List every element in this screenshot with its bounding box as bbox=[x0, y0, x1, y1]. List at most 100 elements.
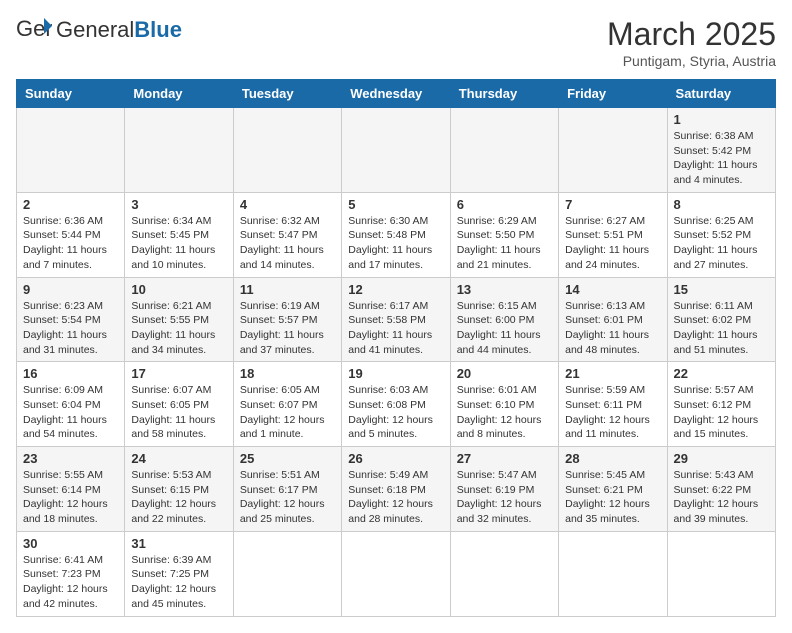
day-info: Sunrise: 5:59 AM Sunset: 6:11 PM Dayligh… bbox=[565, 383, 660, 442]
logo-icon: General bbox=[16, 16, 52, 44]
day-number: 25 bbox=[240, 451, 335, 466]
calendar-cell: 27 Sunrise: 5:47 AM Sunset: 6:19 PM Dayli… bbox=[450, 447, 558, 532]
col-wednesday: Wednesday bbox=[342, 80, 450, 108]
day-number: 17 bbox=[131, 366, 226, 381]
day-number: 11 bbox=[240, 282, 335, 297]
calendar-cell: 8 Sunrise: 6:25 AM Sunset: 5:52 PM Daylig… bbox=[667, 192, 775, 277]
day-number: 26 bbox=[348, 451, 443, 466]
month-title: March 2025 bbox=[607, 16, 776, 53]
calendar-cell bbox=[667, 531, 775, 616]
calendar-cell: 23Sunrise: 5:55 AM Sunset: 6:14 PM Dayli… bbox=[17, 447, 125, 532]
calendar-cell: 13 Sunrise: 6:15 AM Sunset: 6:00 PM Dayli… bbox=[450, 277, 558, 362]
day-number: 29 bbox=[674, 451, 769, 466]
calendar-header-row: Sunday Monday Tuesday Wednesday Thursday… bbox=[17, 80, 776, 108]
calendar-cell: 20 Sunrise: 6:01 AM Sunset: 6:10 PM Dayli… bbox=[450, 362, 558, 447]
col-saturday: Saturday bbox=[667, 80, 775, 108]
logo: General GeneralBlue bbox=[16, 16, 182, 44]
calendar-cell: 1Sunrise: 6:38 AM Sunset: 5:42 PM Daylig… bbox=[667, 108, 775, 193]
calendar-cell: 21 Sunrise: 5:59 AM Sunset: 6:11 PM Dayli… bbox=[559, 362, 667, 447]
calendar-cell: 16 Sunrise: 6:09 AM Sunset: 6:04 PM Dayli… bbox=[17, 362, 125, 447]
calendar-week-row: 9 Sunrise: 6:23 AM Sunset: 5:54 PM Daylig… bbox=[17, 277, 776, 362]
calendar-cell: 25 Sunrise: 5:51 AM Sunset: 6:17 PM Dayli… bbox=[233, 447, 341, 532]
calendar-cell: 28 Sunrise: 5:45 AM Sunset: 6:21 PM Dayli… bbox=[559, 447, 667, 532]
calendar-cell: 7 Sunrise: 6:27 AM Sunset: 5:51 PM Daylig… bbox=[559, 192, 667, 277]
day-info: Sunrise: 5:45 AM Sunset: 6:21 PM Dayligh… bbox=[565, 468, 660, 527]
calendar-cell: 12Sunrise: 6:17 AM Sunset: 5:58 PM Dayli… bbox=[342, 277, 450, 362]
col-friday: Friday bbox=[559, 80, 667, 108]
calendar-cell bbox=[559, 108, 667, 193]
calendar-table: Sunday Monday Tuesday Wednesday Thursday… bbox=[16, 79, 776, 617]
calendar-cell: 18Sunrise: 6:05 AM Sunset: 6:07 PM Dayli… bbox=[233, 362, 341, 447]
day-number: 27 bbox=[457, 451, 552, 466]
day-number: 18 bbox=[240, 366, 335, 381]
day-info: Sunrise: 6:07 AM Sunset: 6:05 PM Dayligh… bbox=[131, 383, 226, 442]
calendar-cell bbox=[450, 108, 558, 193]
day-number: 8 bbox=[674, 197, 769, 212]
day-info: Sunrise: 6:25 AM Sunset: 5:52 PM Dayligh… bbox=[674, 214, 769, 273]
day-number: 28 bbox=[565, 451, 660, 466]
calendar-cell: 15Sunrise: 6:11 AM Sunset: 6:02 PM Dayli… bbox=[667, 277, 775, 362]
calendar-cell: 9 Sunrise: 6:23 AM Sunset: 5:54 PM Daylig… bbox=[17, 277, 125, 362]
day-info: Sunrise: 5:53 AM Sunset: 6:15 PM Dayligh… bbox=[131, 468, 226, 527]
day-number: 13 bbox=[457, 282, 552, 297]
calendar-cell: 26Sunrise: 5:49 AM Sunset: 6:18 PM Dayli… bbox=[342, 447, 450, 532]
day-number: 6 bbox=[457, 197, 552, 212]
day-number: 7 bbox=[565, 197, 660, 212]
day-info: Sunrise: 6:17 AM Sunset: 5:58 PM Dayligh… bbox=[348, 299, 443, 358]
calendar-week-row: 1Sunrise: 6:38 AM Sunset: 5:42 PM Daylig… bbox=[17, 108, 776, 193]
location: Puntigam, Styria, Austria bbox=[607, 53, 776, 69]
calendar-cell: 10Sunrise: 6:21 AM Sunset: 5:55 PM Dayli… bbox=[125, 277, 233, 362]
calendar-week-row: 23Sunrise: 5:55 AM Sunset: 6:14 PM Dayli… bbox=[17, 447, 776, 532]
day-info: Sunrise: 6:15 AM Sunset: 6:00 PM Dayligh… bbox=[457, 299, 552, 358]
day-info: Sunrise: 6:29 AM Sunset: 5:50 PM Dayligh… bbox=[457, 214, 552, 273]
calendar-cell: 6 Sunrise: 6:29 AM Sunset: 5:50 PM Daylig… bbox=[450, 192, 558, 277]
col-monday: Monday bbox=[125, 80, 233, 108]
day-number: 30 bbox=[23, 536, 118, 551]
calendar-cell: 29Sunrise: 5:43 AM Sunset: 6:22 PM Dayli… bbox=[667, 447, 775, 532]
calendar-cell: 22 Sunrise: 5:57 AM Sunset: 6:12 PM Dayli… bbox=[667, 362, 775, 447]
day-info: Sunrise: 5:51 AM Sunset: 6:17 PM Dayligh… bbox=[240, 468, 335, 527]
col-tuesday: Tuesday bbox=[233, 80, 341, 108]
day-info: Sunrise: 6:38 AM Sunset: 5:42 PM Dayligh… bbox=[674, 129, 769, 188]
day-info: Sunrise: 5:47 AM Sunset: 6:19 PM Dayligh… bbox=[457, 468, 552, 527]
calendar-cell: 31 Sunrise: 6:39 AM Sunset: 7:25 PM Dayli… bbox=[125, 531, 233, 616]
day-number: 16 bbox=[23, 366, 118, 381]
day-info: Sunrise: 6:09 AM Sunset: 6:04 PM Dayligh… bbox=[23, 383, 118, 442]
day-info: Sunrise: 6:21 AM Sunset: 5:55 PM Dayligh… bbox=[131, 299, 226, 358]
calendar-cell bbox=[233, 531, 341, 616]
calendar-cell bbox=[17, 108, 125, 193]
day-number: 9 bbox=[23, 282, 118, 297]
day-info: Sunrise: 6:23 AM Sunset: 5:54 PM Dayligh… bbox=[23, 299, 118, 358]
day-info: Sunrise: 5:57 AM Sunset: 6:12 PM Dayligh… bbox=[674, 383, 769, 442]
col-sunday: Sunday bbox=[17, 80, 125, 108]
calendar-cell: 19Sunrise: 6:03 AM Sunset: 6:08 PM Dayli… bbox=[342, 362, 450, 447]
day-info: Sunrise: 6:19 AM Sunset: 5:57 PM Dayligh… bbox=[240, 299, 335, 358]
day-info: Sunrise: 6:11 AM Sunset: 6:02 PM Dayligh… bbox=[674, 299, 769, 358]
day-number: 14 bbox=[565, 282, 660, 297]
calendar-cell bbox=[342, 531, 450, 616]
calendar-cell bbox=[342, 108, 450, 193]
day-number: 5 bbox=[348, 197, 443, 212]
day-number: 24 bbox=[131, 451, 226, 466]
day-info: Sunrise: 6:41 AM Sunset: 7:23 PM Dayligh… bbox=[23, 553, 118, 612]
day-info: Sunrise: 6:01 AM Sunset: 6:10 PM Dayligh… bbox=[457, 383, 552, 442]
day-info: Sunrise: 6:36 AM Sunset: 5:44 PM Dayligh… bbox=[23, 214, 118, 273]
day-number: 20 bbox=[457, 366, 552, 381]
day-number: 22 bbox=[674, 366, 769, 381]
calendar-cell bbox=[450, 531, 558, 616]
calendar-cell bbox=[125, 108, 233, 193]
calendar-cell: 3Sunrise: 6:34 AM Sunset: 5:45 PM Daylig… bbox=[125, 192, 233, 277]
day-info: Sunrise: 5:55 AM Sunset: 6:14 PM Dayligh… bbox=[23, 468, 118, 527]
calendar-cell: 24 Sunrise: 5:53 AM Sunset: 6:15 PM Dayli… bbox=[125, 447, 233, 532]
calendar-week-row: 2 Sunrise: 6:36 AM Sunset: 5:44 PM Daylig… bbox=[17, 192, 776, 277]
day-info: Sunrise: 6:39 AM Sunset: 7:25 PM Dayligh… bbox=[131, 553, 226, 612]
calendar-cell: 2 Sunrise: 6:36 AM Sunset: 5:44 PM Daylig… bbox=[17, 192, 125, 277]
calendar-cell bbox=[559, 531, 667, 616]
day-number: 21 bbox=[565, 366, 660, 381]
day-number: 4 bbox=[240, 197, 335, 212]
day-info: Sunrise: 6:32 AM Sunset: 5:47 PM Dayligh… bbox=[240, 214, 335, 273]
day-info: Sunrise: 6:27 AM Sunset: 5:51 PM Dayligh… bbox=[565, 214, 660, 273]
day-number: 2 bbox=[23, 197, 118, 212]
day-number: 31 bbox=[131, 536, 226, 551]
calendar-week-row: 30 Sunrise: 6:41 AM Sunset: 7:23 PM Dayli… bbox=[17, 531, 776, 616]
